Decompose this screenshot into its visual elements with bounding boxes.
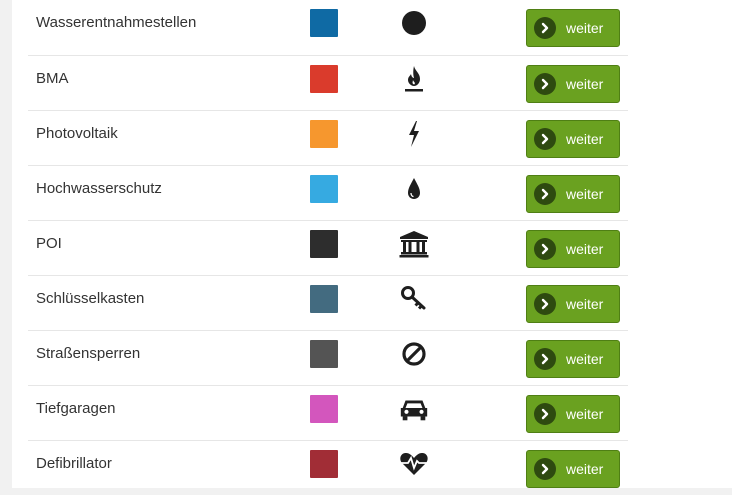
color-swatch <box>310 340 338 368</box>
chevron-right-icon <box>534 293 556 315</box>
weiter-button[interactable]: weiter <box>526 450 620 488</box>
item-label: Straßensperren <box>36 345 141 362</box>
weiter-button-label: weiter <box>566 461 604 477</box>
list-item: POI weiter <box>28 220 628 275</box>
chevron-right-icon <box>534 458 556 480</box>
weiter-button-label: weiter <box>566 131 604 147</box>
weiter-button[interactable]: weiter <box>526 395 620 433</box>
weiter-button-label: weiter <box>566 186 604 202</box>
chevron-right-icon <box>534 403 556 425</box>
list-item: BMA weiter <box>28 55 628 110</box>
item-label: Defibrillator <box>36 455 112 472</box>
color-swatch <box>310 395 338 423</box>
water-drop-icon <box>398 173 430 205</box>
bank-icon <box>398 228 430 260</box>
list-item: Tiefgaragen weiter <box>28 385 628 440</box>
weiter-button[interactable]: weiter <box>526 340 620 378</box>
weiter-button-label: weiter <box>566 296 604 312</box>
weiter-button-label: weiter <box>566 406 604 422</box>
weiter-button-label: weiter <box>566 20 604 36</box>
ban-icon <box>398 338 430 370</box>
chevron-right-icon <box>534 348 556 370</box>
weiter-button[interactable]: weiter <box>526 230 620 268</box>
item-label: Tiefgaragen <box>36 400 116 417</box>
color-swatch <box>310 230 338 258</box>
list-item: Defibrillator weiter <box>28 440 628 495</box>
weiter-button[interactable]: weiter <box>526 175 620 213</box>
circle-icon <box>398 7 430 39</box>
item-label: BMA <box>36 70 69 87</box>
color-swatch <box>310 9 338 37</box>
list-item: Schlüsselkasten weiter <box>28 275 628 330</box>
chevron-right-icon <box>534 73 556 95</box>
weiter-button[interactable]: weiter <box>526 9 620 47</box>
heartbeat-icon <box>398 448 430 480</box>
category-list: Wasserentnahmestellen weiter BMA weiter Phot… <box>28 0 628 495</box>
color-swatch <box>310 285 338 313</box>
color-swatch <box>310 450 338 478</box>
bolt-icon <box>398 118 430 150</box>
item-label: Hochwasserschutz <box>36 180 162 197</box>
weiter-button-label: weiter <box>566 241 604 257</box>
item-label: POI <box>36 235 62 252</box>
chevron-right-icon <box>534 183 556 205</box>
item-label: Schlüsselkasten <box>36 290 145 307</box>
weiter-button[interactable]: weiter <box>526 65 620 103</box>
list-item: Wasserentnahmestellen weiter <box>28 0 628 55</box>
weiter-button[interactable]: weiter <box>526 120 620 158</box>
color-swatch <box>310 65 338 93</box>
chevron-right-icon <box>534 238 556 260</box>
car-icon <box>398 393 430 425</box>
color-swatch <box>310 175 338 203</box>
list-item: Photovoltaik weiter <box>28 110 628 165</box>
chevron-right-icon <box>534 17 556 39</box>
key-icon <box>398 283 430 315</box>
content-panel: Wasserentnahmestellen weiter BMA weiter Phot… <box>12 0 732 488</box>
item-label: Photovoltaik <box>36 125 118 142</box>
weiter-button-label: weiter <box>566 351 604 367</box>
list-item: Straßensperren weiter <box>28 330 628 385</box>
weiter-button[interactable]: weiter <box>526 285 620 323</box>
item-label: Wasserentnahmestellen <box>36 14 197 31</box>
chevron-right-icon <box>534 128 556 150</box>
color-swatch <box>310 120 338 148</box>
fire-icon <box>398 63 430 95</box>
weiter-button-label: weiter <box>566 76 604 92</box>
list-item: Hochwasserschutz weiter <box>28 165 628 220</box>
